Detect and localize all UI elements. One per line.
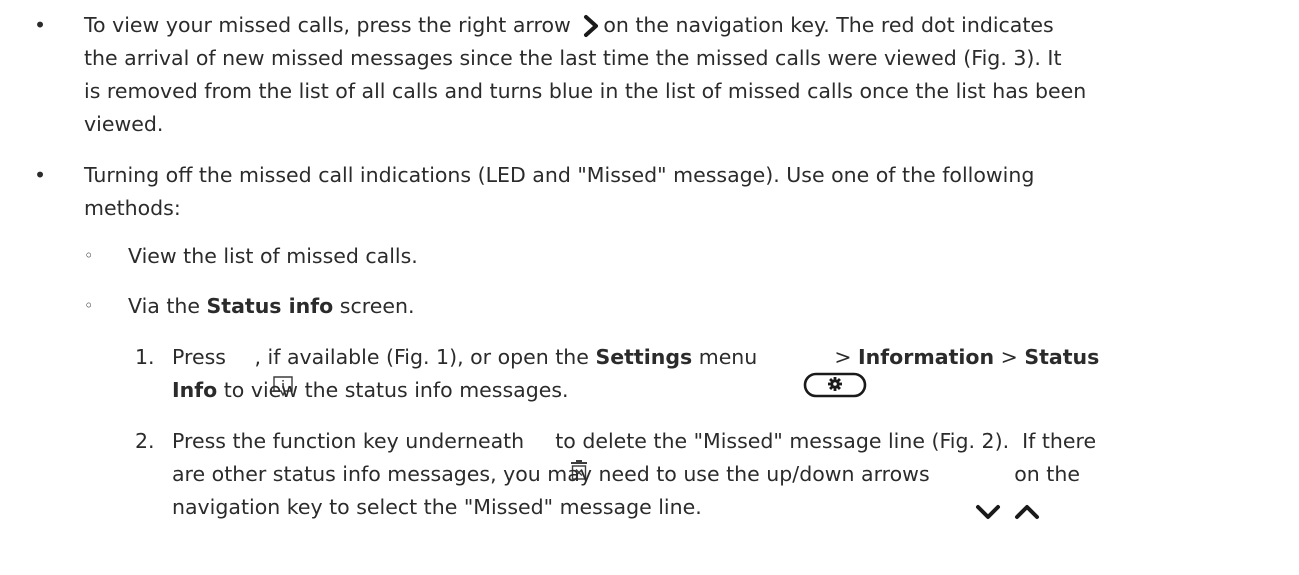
paragraph-missed-calls-line3: is removed from the list of all calls an…: [84, 79, 1087, 103]
bullet: •: [34, 13, 47, 37]
step2-line1: Press the function key underneath to del…: [172, 425, 1097, 480]
text-segment: to delete the "Missed" message line (Fig…: [555, 429, 1097, 453]
text-segment: >: [994, 345, 1025, 369]
text-segment: >: [827, 345, 859, 369]
text-segment: menu: [692, 345, 758, 369]
status-label: Status: [1024, 345, 1100, 369]
text-segment: Press the function key underneath: [172, 429, 525, 453]
document-page: • To view your missed calls, press the r…: [0, 0, 1299, 575]
paragraph-missed-calls-line2: the arrival of new missed messages since…: [84, 46, 1062, 70]
text-segment: To view your missed calls, press the rig…: [84, 13, 571, 37]
text-segment: are other status info messages, you may …: [172, 462, 930, 486]
information-label: Information: [858, 345, 995, 369]
step-number: 1.: [135, 345, 155, 369]
settings-label: Settings: [595, 345, 693, 369]
sub-bullet: ◦: [84, 296, 94, 315]
text-segment: Press: [172, 345, 226, 369]
bullet: •: [34, 163, 47, 187]
chevron-up-icon: [975, 466, 1040, 519]
step-number: 2.: [135, 429, 155, 453]
paragraph-turn-off-line2: methods:: [84, 196, 181, 220]
info-label: Info: [172, 378, 218, 402]
sub-item-status-info: Via the Status info screen.: [128, 290, 414, 322]
text-segment: on the navigation key. The red dot indic…: [603, 13, 1054, 37]
step1-line2: Info to view the status info messages.: [172, 374, 569, 406]
text-segment: Via the: [128, 294, 207, 318]
text-segment: to view the status info messages.: [217, 378, 569, 402]
step2-line2: are other status info messages, you may …: [172, 458, 1080, 519]
text-segment: on the: [1014, 462, 1080, 486]
text-segment: , if available (Fig. 1), or open the: [254, 345, 596, 369]
text-segment: screen.: [333, 294, 415, 318]
paragraph-turn-off-line1: Turning off the missed call indications …: [84, 163, 1035, 187]
sub-bullet: ◦: [84, 246, 94, 265]
sub-item-view-list: View the list of missed calls.: [128, 244, 418, 268]
chevron-right-icon: [582, 14, 600, 38]
paragraph-missed-calls-line4: viewed.: [84, 112, 164, 136]
status-info-label: Status info: [206, 294, 334, 318]
delete-icon: [531, 426, 587, 480]
chevron-down-icon: [936, 466, 1001, 519]
settings-key-icon: [764, 340, 867, 398]
info-key-icon: [232, 342, 293, 397]
step2-line3: navigation key to select the "Missed" me…: [172, 495, 702, 519]
paragraph-missed-calls-line1: To view your missed calls, press the rig…: [84, 9, 1054, 41]
step1-line1: Press , if available (Fig. 1), or open t…: [172, 340, 1100, 398]
